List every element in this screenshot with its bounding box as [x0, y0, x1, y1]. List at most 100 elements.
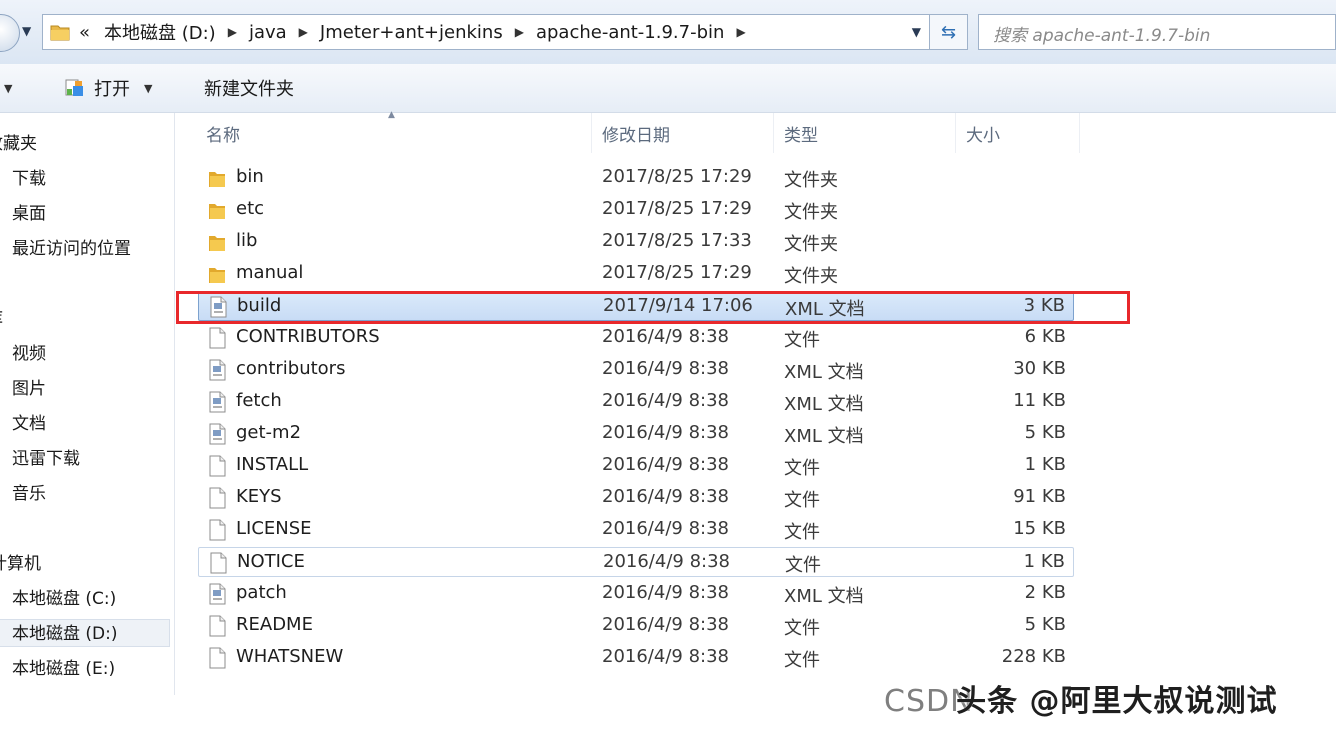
breadcrumb-overflow[interactable]: «	[79, 22, 90, 43]
watermark-brand: 头条 @阿里大叔说测试	[956, 684, 1278, 719]
file-modified-date: 2016/4/9 8:38	[602, 646, 729, 667]
sidebar-item-videos[interactable]: 视频	[12, 340, 46, 368]
history-dropdown-icon[interactable]: ▼	[22, 24, 31, 38]
file-name: contributors	[236, 358, 346, 379]
file-icon	[206, 518, 228, 542]
file-size: 6 KB	[1024, 326, 1066, 347]
file-name: INSTALL	[236, 454, 309, 475]
file-row[interactable]: get-m2 2016/4/9 8:38 XML 文档 5 KB	[198, 419, 1074, 449]
command-bar: ▼ 打开 ▼ 新建文件夹	[0, 64, 1336, 113]
file-row[interactable]: LICENSE 2016/4/9 8:38 文件 15 KB	[198, 515, 1074, 545]
file-modified-date: 2016/4/9 8:38	[602, 518, 729, 539]
file-row[interactable]: NOTICE 2016/4/9 8:38 文件 1 KB	[198, 547, 1074, 577]
file-row[interactable]: CONTRIBUTORS 2016/4/9 8:38 文件 6 KB	[198, 323, 1074, 353]
search-input[interactable]: 搜索 apache-ant-1.9.7-bin	[978, 14, 1336, 50]
file-name: get-m2	[236, 422, 302, 443]
sidebar-item-computer[interactable]: 计算机	[0, 550, 41, 578]
file-type: XML 文档	[784, 362, 864, 383]
file-row[interactable]: fetch 2016/4/9 8:38 XML 文档 11 KB	[198, 387, 1074, 417]
chevron-right-icon[interactable]: ▶	[299, 25, 308, 39]
file-modified-date: 2017/8/25 17:29	[602, 262, 752, 283]
breadcrumb[interactable]: « 本地磁盘 (D:) ▶ java ▶ Jmeter+ant+jenkins …	[42, 14, 930, 50]
open-icon	[65, 79, 83, 96]
column-header-date[interactable]: 修改日期	[594, 113, 774, 153]
file-icon	[206, 486, 228, 510]
file-modified-date: 2016/4/9 8:38	[602, 582, 729, 603]
file-modified-date: 2016/4/9 8:38	[602, 390, 729, 411]
chevron-down-icon[interactable]: ▼	[912, 25, 921, 39]
organize-dropdown-icon[interactable]: ▼	[4, 82, 12, 95]
xml-file-icon	[207, 295, 229, 319]
sidebar-item-music[interactable]: 音乐	[12, 480, 46, 508]
file-name: etc	[236, 198, 265, 219]
file-row[interactable]: build 2017/9/14 17:06 XML 文档 3 KB	[198, 291, 1074, 321]
file-size: 15 KB	[1013, 518, 1066, 539]
file-icon	[207, 551, 229, 575]
open-button[interactable]: 打开 ▼	[64, 76, 152, 100]
sidebar-item-thunder-downloads[interactable]: 迅雷下载	[12, 445, 80, 473]
file-name: manual	[236, 262, 304, 283]
file-type: 文件夹	[784, 170, 838, 191]
file-type: 文件夹	[784, 266, 838, 287]
file-modified-date: 2016/4/9 8:38	[602, 614, 729, 635]
sidebar-item-libraries[interactable]: 库	[0, 305, 3, 333]
file-row[interactable]: bin 2017/8/25 17:29 文件夹	[198, 163, 1074, 193]
file-row[interactable]: README 2016/4/9 8:38 文件 5 KB	[198, 611, 1074, 641]
column-header-type[interactable]: 类型	[776, 113, 956, 153]
folder-icon	[206, 198, 228, 222]
column-header-size[interactable]: 大小	[958, 113, 1080, 153]
file-row[interactable]: lib 2017/8/25 17:33 文件夹	[198, 227, 1074, 257]
breadcrumb-item[interactable]: apache-ant-1.9.7-bin	[536, 22, 724, 43]
xml-file-icon	[206, 582, 228, 606]
file-type: 文件	[784, 650, 820, 671]
file-modified-date: 2016/4/9 8:38	[602, 486, 729, 507]
file-name: bin	[236, 166, 264, 187]
sidebar-item-downloads[interactable]: 下载	[12, 165, 46, 193]
column-header-name[interactable]: 名称	[198, 113, 592, 153]
file-row[interactable]: INSTALL 2016/4/9 8:38 文件 1 KB	[198, 451, 1074, 481]
file-modified-date: 2016/4/9 8:38	[602, 358, 729, 379]
file-type: 文件	[784, 330, 820, 351]
folder-icon	[206, 166, 228, 190]
file-row[interactable]: patch 2016/4/9 8:38 XML 文档 2 KB	[198, 579, 1074, 609]
sidebar-item-pictures[interactable]: 图片	[12, 375, 46, 403]
sidebar-item-drive-e[interactable]: 本地磁盘 (E:)	[12, 655, 115, 683]
xml-file-icon	[206, 390, 228, 414]
file-icon	[206, 646, 228, 670]
refresh-button[interactable]: ⇆	[930, 14, 968, 50]
address-bar: ▼ « 本地磁盘 (D:) ▶ java ▶ Jmeter+ant+jenkin…	[0, 0, 1336, 65]
file-size: 228 KB	[1001, 646, 1066, 667]
file-modified-date: 2016/4/9 8:38	[602, 454, 729, 475]
chevron-right-icon[interactable]: ▶	[515, 25, 524, 39]
xml-file-icon	[206, 422, 228, 446]
search-placeholder: 搜索 apache-ant-1.9.7-bin	[993, 26, 1211, 46]
file-modified-date: 2017/9/14 17:06	[603, 295, 753, 316]
file-modified-date: 2017/8/25 17:29	[602, 166, 752, 187]
open-label: 打开	[94, 79, 130, 100]
file-type: 文件	[784, 522, 820, 543]
file-name: patch	[236, 582, 287, 603]
file-row[interactable]: contributors 2016/4/9 8:38 XML 文档 30 KB	[198, 355, 1074, 385]
back-button[interactable]	[0, 14, 20, 52]
breadcrumb-item[interactable]: 本地磁盘 (D:)	[104, 19, 216, 45]
sidebar-item-documents[interactable]: 文档	[12, 410, 46, 438]
sidebar-item-drive-c[interactable]: 本地磁盘 (C:)	[12, 585, 116, 613]
breadcrumb-item[interactable]: Jmeter+ant+jenkins	[320, 22, 503, 43]
chevron-down-icon[interactable]: ▼	[144, 82, 152, 95]
file-size: 5 KB	[1024, 614, 1066, 635]
file-name: KEYS	[236, 486, 282, 507]
file-size: 11 KB	[1013, 390, 1066, 411]
file-type: XML 文档	[784, 426, 864, 447]
chevron-right-icon[interactable]: ▶	[736, 25, 745, 39]
sidebar-item-favorites[interactable]: 收藏夹	[0, 130, 37, 158]
new-folder-button[interactable]: 新建文件夹	[204, 76, 294, 100]
file-row[interactable]: etc 2017/8/25 17:29 文件夹	[198, 195, 1074, 225]
breadcrumb-item[interactable]: java	[249, 22, 287, 43]
file-row[interactable]: WHATSNEW 2016/4/9 8:38 文件 228 KB	[198, 643, 1074, 673]
chevron-right-icon[interactable]: ▶	[228, 25, 237, 39]
file-row[interactable]: manual 2017/8/25 17:29 文件夹	[198, 259, 1074, 289]
sidebar-item-desktop[interactable]: 桌面	[12, 200, 46, 228]
file-row[interactable]: KEYS 2016/4/9 8:38 文件 91 KB	[198, 483, 1074, 513]
sidebar-item-recent-places[interactable]: 最近访问的位置	[12, 235, 131, 263]
sidebar-item-drive-d[interactable]: 本地磁盘 (D:)	[0, 619, 170, 647]
